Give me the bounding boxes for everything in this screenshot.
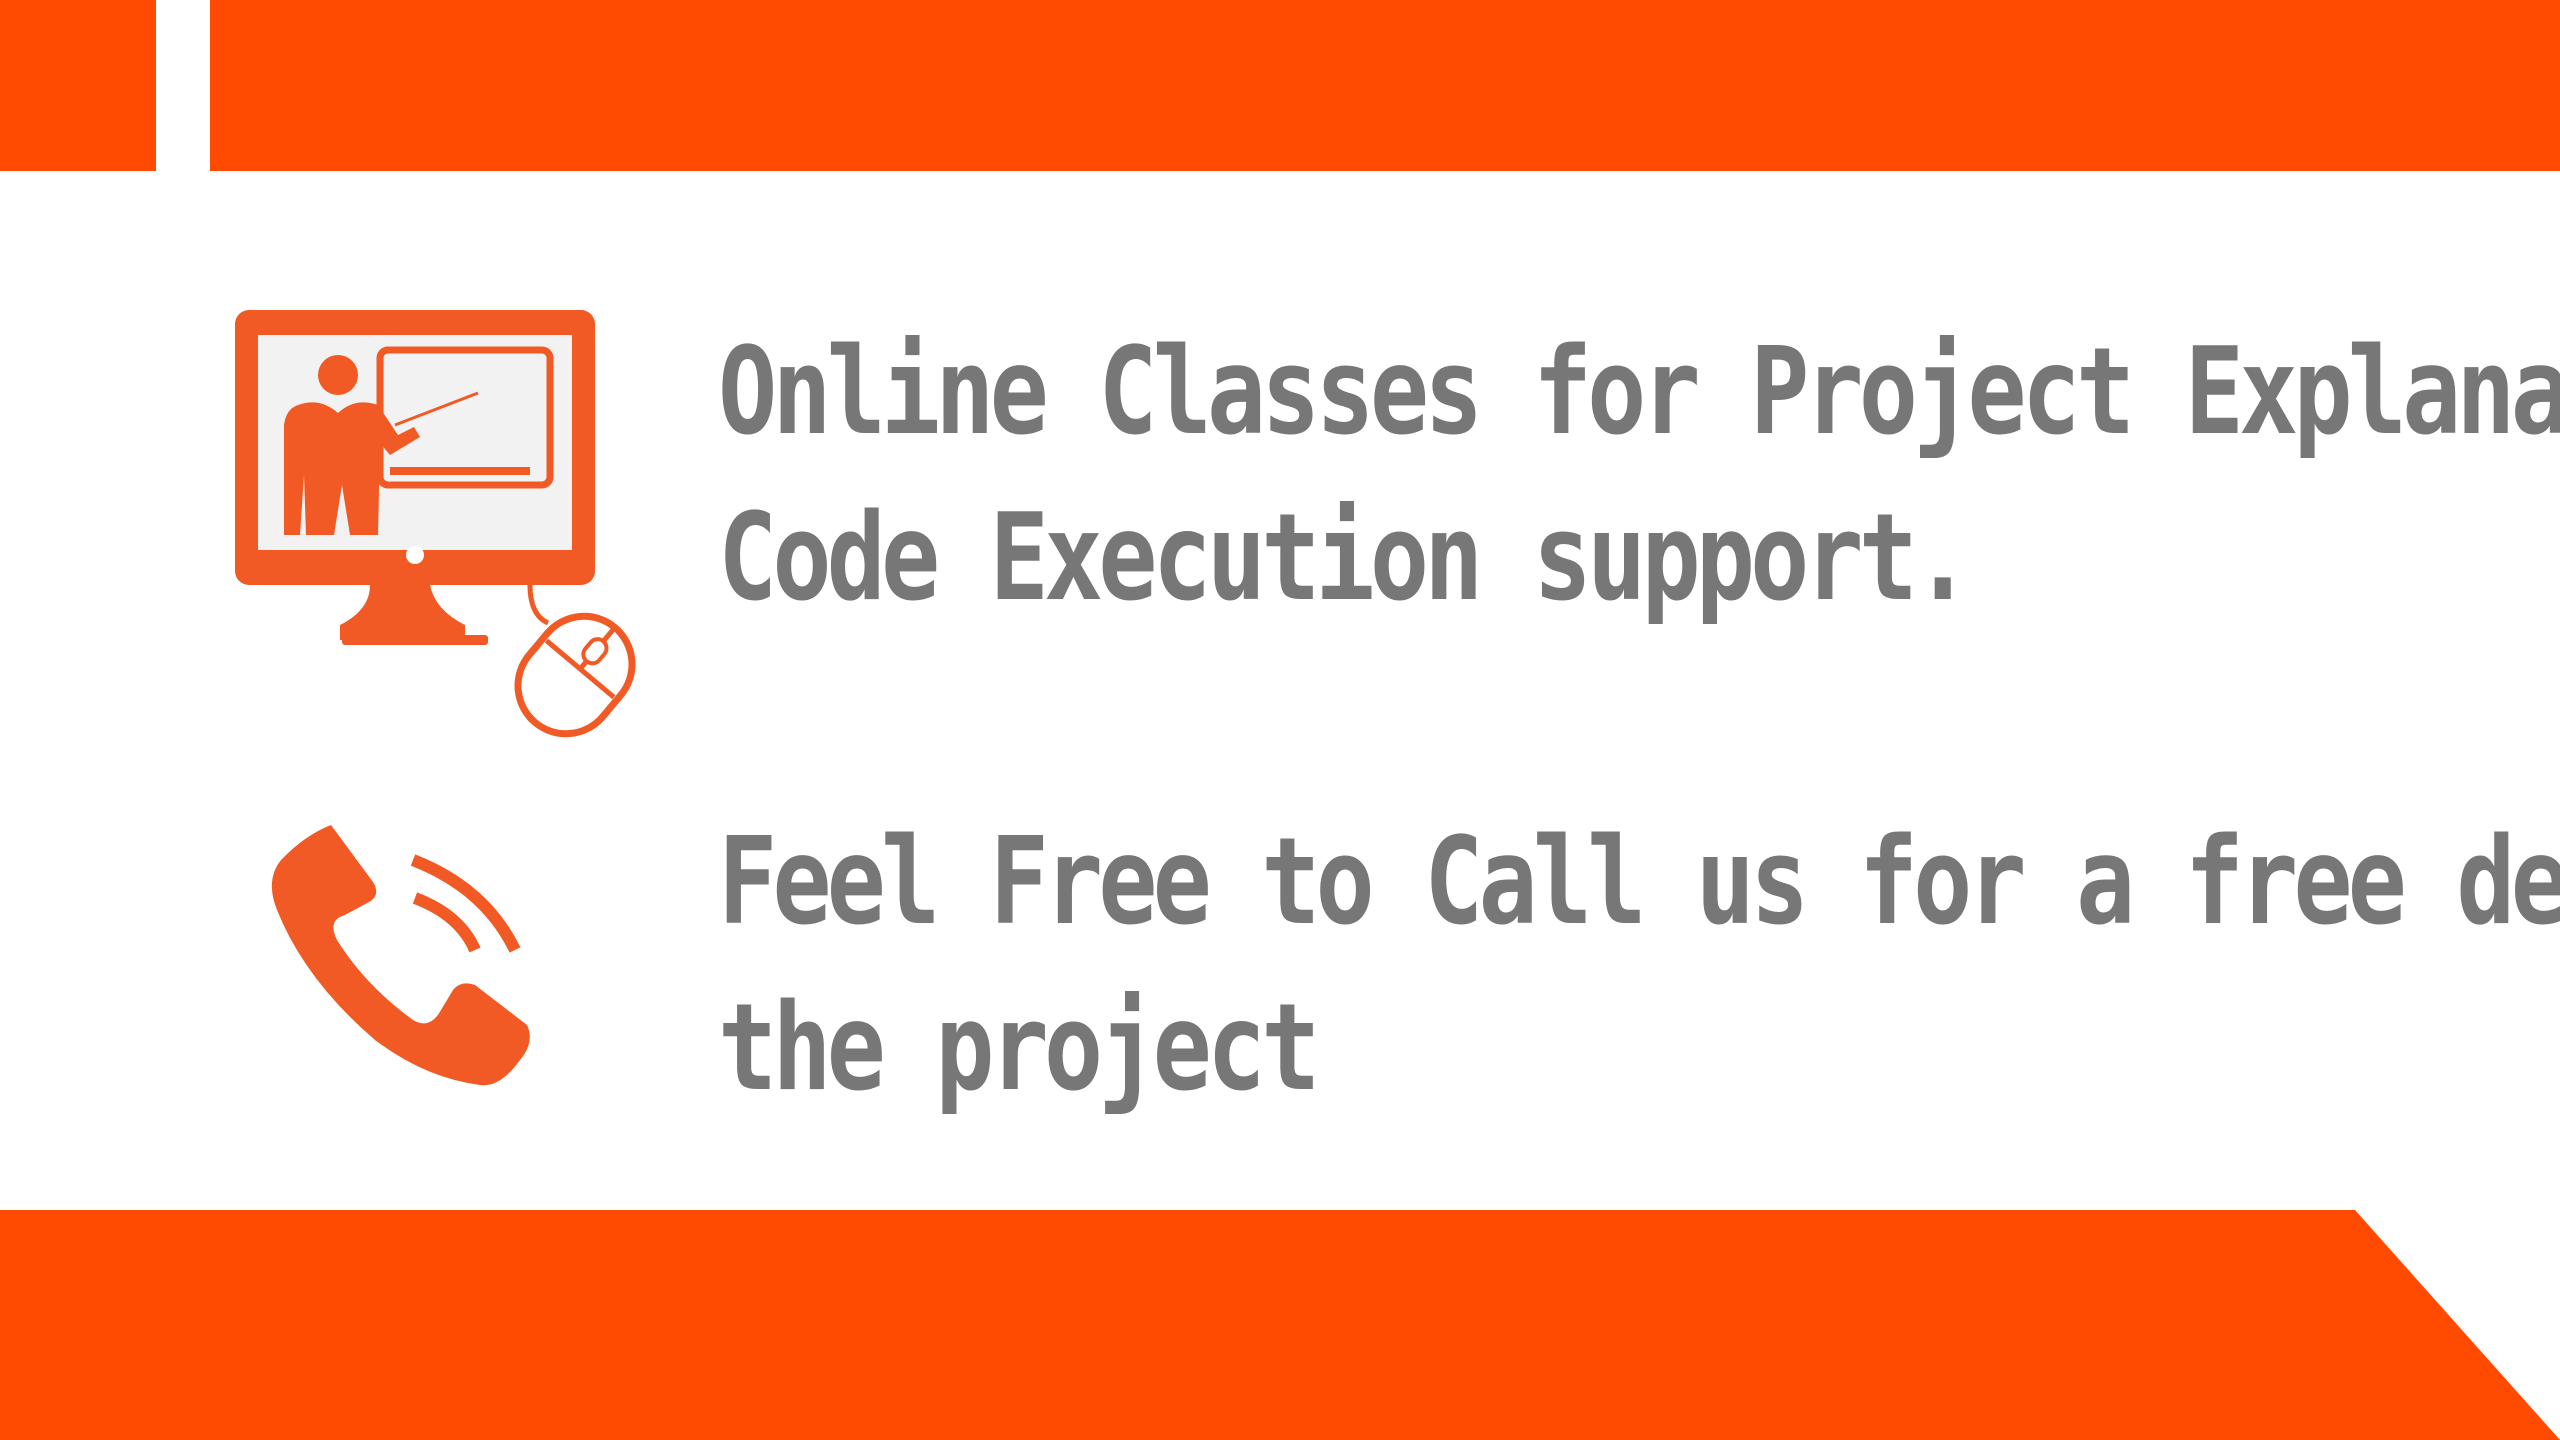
online-classes-line-1: Online Classes for Project Explanation a…	[718, 323, 2560, 462]
computer-teacher-icon	[235, 310, 636, 738]
call-us-line-2: the project	[718, 979, 1320, 1118]
online-classes-line-2: Code Execution support.	[718, 489, 1972, 628]
slide: Online Classes for Project Explanation a…	[0, 0, 2560, 1440]
call-us-text: Feel Free to Call us for a free demo of …	[718, 800, 2560, 1132]
online-classes-text: Online Classes for Project Explanation a…	[718, 310, 2560, 642]
top-bar-right	[210, 0, 2560, 171]
top-bar-left	[0, 0, 156, 171]
call-us-line-1: Feel Free to Call us for a free demo of	[718, 813, 2560, 952]
phone-call-icon	[271, 825, 530, 1086]
